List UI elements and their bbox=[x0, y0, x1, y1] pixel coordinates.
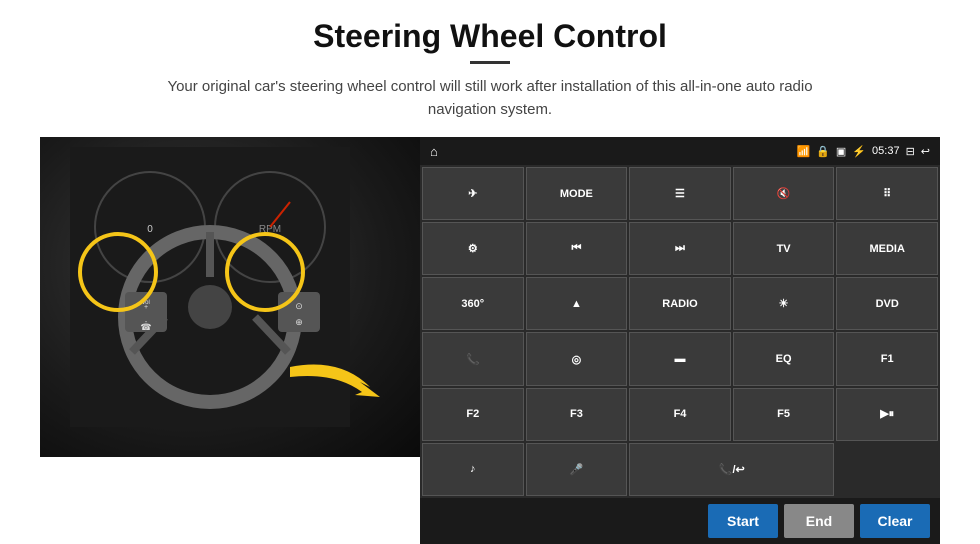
content-area: 0 RPM + - vol ☎ bbox=[40, 137, 940, 544]
start-button[interactable]: Start bbox=[708, 504, 778, 538]
steering-wheel-image: 0 RPM + - vol ☎ bbox=[40, 137, 420, 457]
mic-btn[interactable]: 🎤 bbox=[526, 443, 628, 496]
brightness-btn[interactable]: ☀ bbox=[733, 277, 835, 330]
bt-icon: ⚡ bbox=[852, 145, 866, 158]
end-button[interactable]: End bbox=[784, 504, 854, 538]
send-btn[interactable]: ✈ bbox=[422, 167, 524, 220]
direction-arrow bbox=[280, 347, 400, 427]
control-panel: ⌂ 📶 🔒 ▣ ⚡ 05:37 ⊟ ↩ ✈ MODE ☰ 🔇 bbox=[420, 137, 940, 544]
status-left: ⌂ bbox=[430, 144, 438, 159]
radio-btn[interactable]: RADIO bbox=[629, 277, 731, 330]
status-right: 📶 🔒 ▣ ⚡ 05:37 ⊟ ↩ bbox=[797, 145, 930, 158]
f1-btn[interactable]: F1 bbox=[836, 332, 938, 385]
media-btn[interactable]: MEDIA bbox=[836, 222, 938, 275]
button-grid: ✈ MODE ☰ 🔇 ⠿ ⚙ ⏮ ⏭ TV MEDIA 360° ▲ RADIO… bbox=[420, 165, 940, 498]
nav-btn[interactable]: ◎ bbox=[526, 332, 628, 385]
eject-btn[interactable]: ▲ bbox=[526, 277, 628, 330]
page-title: Steering Wheel Control bbox=[313, 18, 667, 55]
eq-btn[interactable]: EQ bbox=[733, 332, 835, 385]
svg-text:☎: ☎ bbox=[140, 322, 151, 332]
page-container: Steering Wheel Control Your original car… bbox=[0, 0, 980, 544]
svg-text:⊙: ⊙ bbox=[295, 301, 303, 311]
music-btn[interactable]: ♪ bbox=[422, 443, 524, 496]
home-icon: ⌂ bbox=[430, 144, 438, 159]
f3-btn[interactable]: F3 bbox=[526, 388, 628, 441]
title-divider bbox=[470, 61, 510, 64]
list-btn[interactable]: ☰ bbox=[629, 167, 731, 220]
clear-button[interactable]: Clear bbox=[860, 504, 930, 538]
svg-text:⊕: ⊕ bbox=[295, 317, 303, 327]
settings-btn[interactable]: ⚙ bbox=[422, 222, 524, 275]
left-highlight-circle bbox=[78, 232, 158, 312]
playpause-btn[interactable]: ▶⏸ bbox=[836, 388, 938, 441]
360-btn[interactable]: 360° bbox=[422, 277, 524, 330]
apps-btn[interactable]: ⠿ bbox=[836, 167, 938, 220]
dash-btn[interactable]: ▬ bbox=[629, 332, 731, 385]
sd-icon: ▣ bbox=[836, 145, 846, 158]
svg-text:0: 0 bbox=[147, 224, 153, 235]
action-bar: Start End Clear bbox=[420, 498, 940, 544]
next-btn[interactable]: ⏭ bbox=[629, 222, 731, 275]
lock-icon: 🔒 bbox=[816, 145, 830, 158]
back-icon: ↩ bbox=[921, 145, 930, 158]
call-end-btn[interactable]: 📞/↩ bbox=[629, 443, 834, 496]
status-bar: ⌂ 📶 🔒 ▣ ⚡ 05:37 ⊟ ↩ bbox=[420, 137, 940, 165]
mode-btn[interactable]: MODE bbox=[526, 167, 628, 220]
prev-btn[interactable]: ⏮ bbox=[526, 222, 628, 275]
screen-icon: ⊟ bbox=[906, 145, 915, 158]
f5-btn[interactable]: F5 bbox=[733, 388, 835, 441]
dvd-btn[interactable]: DVD bbox=[836, 277, 938, 330]
time-display: 05:37 bbox=[872, 145, 900, 157]
phone-btn[interactable]: 📞 bbox=[422, 332, 524, 385]
mute-btn[interactable]: 🔇 bbox=[733, 167, 835, 220]
wifi-icon: 📶 bbox=[797, 145, 811, 158]
page-subtitle: Your original car's steering wheel contr… bbox=[150, 76, 830, 121]
f4-btn[interactable]: F4 bbox=[629, 388, 731, 441]
wheel-background: 0 RPM + - vol ☎ bbox=[40, 137, 420, 457]
f2-btn[interactable]: F2 bbox=[422, 388, 524, 441]
tv-btn[interactable]: TV bbox=[733, 222, 835, 275]
right-highlight-circle bbox=[225, 232, 305, 312]
